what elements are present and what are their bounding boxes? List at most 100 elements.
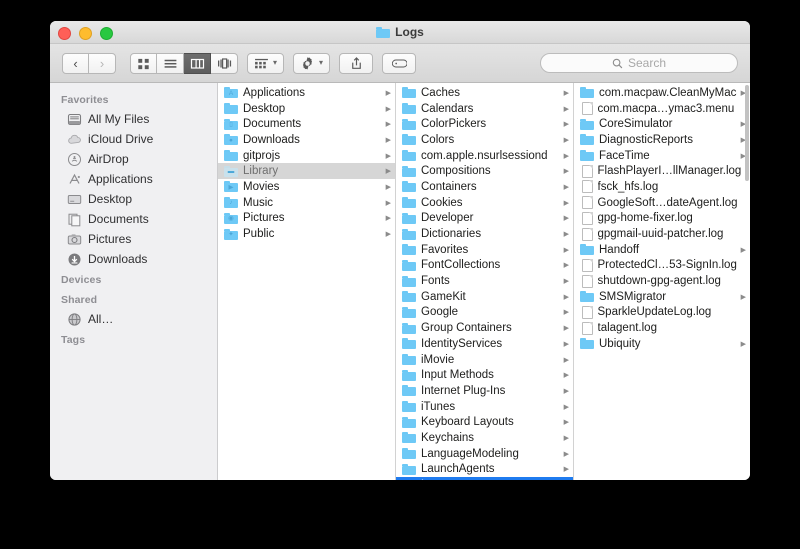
sidebar-item-downloads[interactable]: Downloads [50, 249, 217, 269]
folder-row[interactable]: ▬ Library ▶ [218, 163, 395, 180]
window-titlebar[interactable]: Logs [50, 21, 750, 44]
file-row[interactable]: com.macpa…ymac3.menu [574, 101, 750, 117]
folder-icon: ● [224, 134, 238, 146]
file-row[interactable]: gpg-home-fixer.log [574, 211, 750, 227]
sidebar-item-label: All My Files [88, 112, 150, 126]
folder-row[interactable]: FaceTime ▶ [574, 148, 750, 164]
file-row[interactable]: shutdown-gpg-agent.log [574, 273, 750, 289]
folder-row[interactable]: Desktop ▶ [218, 101, 395, 117]
document-icon [581, 180, 593, 194]
coverflow-view-button[interactable] [211, 52, 238, 74]
folder-row[interactable]: IdentityServices ▶ [396, 336, 573, 352]
folder-icon [580, 118, 594, 130]
folder-row[interactable]: Containers ▶ [396, 179, 573, 195]
arrange-button[interactable]: ▾ [247, 52, 285, 74]
folder-row[interactable]: Fonts ▶ [396, 273, 573, 289]
sidebar-item-all-my-files[interactable]: All My Files [50, 109, 217, 129]
item-label: fsck_hfs.log [597, 180, 659, 193]
folder-row[interactable]: Dictionaries ▶ [396, 226, 573, 242]
sidebar-item-all[interactable]: All… [50, 309, 217, 329]
folder-row[interactable]: Keychains ▶ [396, 430, 573, 446]
back-button[interactable]: ‹ [62, 52, 89, 74]
chevron-down-icon: ▾ [273, 58, 278, 67]
folder-row[interactable]: com.macpaw.CleanMyMac3 ▶ [574, 85, 750, 101]
sidebar-item-airdrop[interactable]: AirDrop [50, 149, 217, 169]
folder-icon [402, 322, 416, 334]
sidebar-item-documents[interactable]: Documents [50, 209, 217, 229]
folder-row[interactable]: Favorites ▶ [396, 242, 573, 258]
item-label: Documents [243, 118, 302, 131]
item-label: Google [421, 306, 459, 319]
folder-row[interactable]: A Applications ▶ [218, 85, 395, 101]
folder-row[interactable]: Logs▶ [396, 477, 573, 480]
column-view-button[interactable] [184, 52, 211, 74]
folder-icon [402, 306, 416, 318]
folder-row[interactable]: iTunes ▶ [396, 399, 573, 415]
file-row[interactable]: gpgmail-uuid-patcher.log [574, 226, 750, 242]
folder-row[interactable]: Cookies ▶ [396, 195, 573, 211]
file-row[interactable]: ProtectedCl…53-SignIn.log [574, 258, 750, 274]
search-field[interactable]: Search [540, 53, 738, 73]
disclosure-triangle-icon: ▶ [563, 450, 569, 458]
folder-row[interactable]: ColorPickers ▶ [396, 116, 573, 132]
gear-icon [302, 56, 313, 69]
folder-row[interactable]: ● Downloads ▶ [218, 132, 395, 148]
folder-row[interactable]: Input Methods ▶ [396, 367, 573, 383]
folder-row[interactable]: Colors ▶ [396, 132, 573, 148]
tag-button[interactable] [382, 52, 417, 74]
vertical-scrollbar[interactable] [745, 85, 749, 181]
disclosure-triangle-icon: ▶ [385, 215, 391, 223]
folder-row[interactable]: Group Containers ▶ [396, 320, 573, 336]
folder-icon [402, 134, 416, 146]
folder-row[interactable]: Keyboard Layouts ▶ [396, 414, 573, 430]
disclosure-triangle-icon: ▶ [563, 419, 569, 427]
folder-row[interactable]: gitprojs ▶ [218, 148, 395, 164]
sidebar-item-desktop[interactable]: Desktop [50, 189, 217, 209]
folder-row[interactable]: iMovie ▶ [396, 352, 573, 368]
disclosure-triangle-icon: ▶ [563, 152, 569, 160]
action-menu-button[interactable]: ▾ [293, 52, 331, 74]
folder-row[interactable]: com.apple.nsurlsessiond ▶ [396, 148, 573, 164]
folder-row[interactable]: Google ▶ [396, 305, 573, 321]
desktop-background: Logs ‹ › ▾ ▾ Search Favorites All My Fil… [0, 0, 800, 549]
list-view-button[interactable] [157, 52, 184, 74]
folder-row[interactable]: ♪ Music ▶ [218, 195, 395, 211]
folder-row[interactable]: Calendars ▶ [396, 101, 573, 117]
file-row[interactable]: FlashPlayerI…llManager.log [574, 163, 750, 179]
icon-view-button[interactable] [130, 52, 157, 74]
file-row[interactable]: fsck_hfs.log [574, 179, 750, 195]
folder-row[interactable]: CoreSimulator ▶ [574, 116, 750, 132]
pictures-icon [67, 232, 82, 247]
folder-row[interactable]: Internet Plug-Ins ▶ [396, 383, 573, 399]
folder-icon [402, 416, 416, 428]
folder-row[interactable]: ✦ Public ▶ [218, 226, 395, 242]
folder-row[interactable]: GameKit ▶ [396, 289, 573, 305]
folder-row[interactable]: SMSMigrator ▶ [574, 289, 750, 305]
disclosure-triangle-icon: ▶ [563, 372, 569, 380]
folder-row[interactable]: LaunchAgents ▶ [396, 462, 573, 478]
file-row[interactable]: GoogleSoft…dateAgent.log [574, 195, 750, 211]
folder-row[interactable]: DiagnosticReports ▶ [574, 132, 750, 148]
disclosure-triangle-icon: ▶ [563, 403, 569, 411]
folder-row[interactable]: Developer ▶ [396, 211, 573, 227]
folder-row[interactable]: Caches ▶ [396, 85, 573, 101]
file-row[interactable]: talagent.log [574, 320, 750, 336]
folder-row[interactable]: ▶ Movies ▶ [218, 179, 395, 195]
folder-row[interactable]: Compositions ▶ [396, 163, 573, 179]
share-button[interactable] [339, 52, 374, 74]
sidebar-item-pictures[interactable]: Pictures [50, 229, 217, 249]
folder-row[interactable]: LanguageModeling ▶ [396, 446, 573, 462]
sidebar-item-applications[interactable]: Applications [50, 169, 217, 189]
folder-row[interactable]: Handoff ▶ [574, 242, 750, 258]
folder-row[interactable]: Ubiquity ▶ [574, 336, 750, 352]
folder-row[interactable]: ▯ Documents ▶ [218, 116, 395, 132]
folder-icon [402, 275, 416, 287]
folder-row[interactable]: FontCollections ▶ [396, 258, 573, 274]
forward-button[interactable]: › [89, 52, 116, 74]
library-contents-column: Caches ▶ Calendars ▶ ColorPickers ▶ Colors ▶ com… [396, 83, 574, 480]
window-body: Favorites All My Files iCloud Drive AirDrop… [50, 83, 750, 480]
folder-row[interactable]: ◉ Pictures ▶ [218, 211, 395, 227]
sidebar-item-icloud-drive[interactable]: iCloud Drive [50, 129, 217, 149]
file-row[interactable]: SparkleUpdateLog.log [574, 305, 750, 321]
documents-icon [67, 212, 82, 227]
